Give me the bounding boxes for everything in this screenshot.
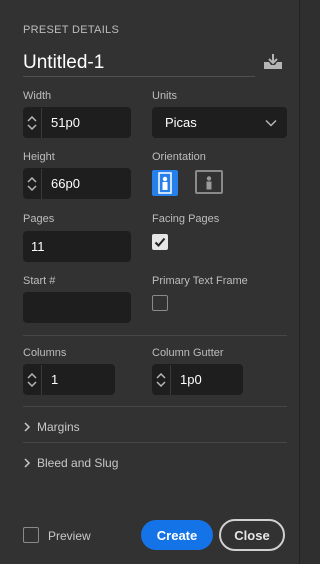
margins-section-toggle[interactable]: Margins <box>23 420 80 434</box>
units-value: Picas <box>165 115 197 130</box>
chevron-right-icon <box>24 422 31 432</box>
facing-pages-label: Facing Pages <box>152 213 220 225</box>
units-label: Units <box>152 90 178 102</box>
orientation-label: Orientation <box>152 151 206 163</box>
chevron-up-icon[interactable] <box>156 372 166 379</box>
chevron-down-icon[interactable] <box>27 184 37 191</box>
width-value[interactable]: 51p0 <box>51 115 80 130</box>
chevron-down-icon[interactable] <box>27 123 37 130</box>
preview-checkbox[interactable] <box>23 527 39 543</box>
create-button[interactable]: Create <box>141 520 213 550</box>
columns-field[interactable]: 1 <box>23 364 115 395</box>
column-gutter-label: Column Gutter <box>152 347 224 359</box>
margins-label: Margins <box>37 420 80 434</box>
chevron-up-icon[interactable] <box>27 372 37 379</box>
bleed-slug-section-toggle[interactable]: Bleed and Slug <box>23 456 118 470</box>
pages-value[interactable]: 11 <box>31 239 45 254</box>
chevron-down-icon[interactable] <box>156 380 166 387</box>
columns-value[interactable]: 1 <box>51 372 58 387</box>
columns-label: Columns <box>23 347 67 359</box>
pages-field[interactable]: 11 <box>23 231 131 262</box>
divider <box>23 335 287 336</box>
portrait-orientation-button[interactable] <box>152 170 178 196</box>
save-preset-icon[interactable] <box>262 53 284 71</box>
landscape-person-icon <box>206 176 212 190</box>
divider <box>23 406 287 407</box>
chevron-up-icon[interactable] <box>27 176 37 183</box>
start-number-label: Start # <box>23 275 56 287</box>
pages-label: Pages <box>23 213 55 225</box>
primary-text-frame-label: Primary Text Frame <box>152 275 248 287</box>
chevron-down-icon <box>265 119 277 127</box>
checkmark-icon <box>154 237 166 247</box>
height-value[interactable]: 66p0 <box>51 176 80 191</box>
bleed-slug-label: Bleed and Slug <box>37 456 119 470</box>
width-label: Width <box>23 90 52 102</box>
width-field[interactable]: 51p0 <box>23 107 131 138</box>
landscape-orientation-button[interactable] <box>195 170 223 194</box>
chevron-right-icon <box>24 458 31 468</box>
preview-label: Preview <box>48 529 91 543</box>
start-number-field[interactable] <box>23 292 131 323</box>
preset-name-input[interactable]: Untitled-1 <box>23 52 104 74</box>
column-gutter-value[interactable]: 1p0 <box>180 372 202 387</box>
units-dropdown[interactable]: Picas <box>152 107 287 138</box>
portrait-person-icon <box>158 172 172 194</box>
height-field[interactable]: 66p0 <box>23 168 131 199</box>
column-gutter-stepper[interactable] <box>152 364 171 395</box>
chevron-up-icon[interactable] <box>27 115 37 122</box>
height-label: Height <box>23 151 55 163</box>
facing-pages-checkbox[interactable] <box>152 234 168 250</box>
preset-name-underline <box>23 76 255 77</box>
chevron-down-icon[interactable] <box>27 380 37 387</box>
close-button[interactable]: Close <box>219 519 285 551</box>
column-gutter-field[interactable]: 1p0 <box>152 364 243 395</box>
divider <box>23 442 287 443</box>
height-stepper[interactable] <box>23 168 42 199</box>
primary-text-frame-checkbox[interactable] <box>152 295 168 311</box>
section-title: PRESET DETAILS <box>23 24 120 36</box>
preset-details-panel: PRESET DETAILS Untitled-1 Width 51p0 Uni… <box>0 0 300 564</box>
width-stepper[interactable] <box>23 107 42 138</box>
columns-stepper[interactable] <box>23 364 42 395</box>
